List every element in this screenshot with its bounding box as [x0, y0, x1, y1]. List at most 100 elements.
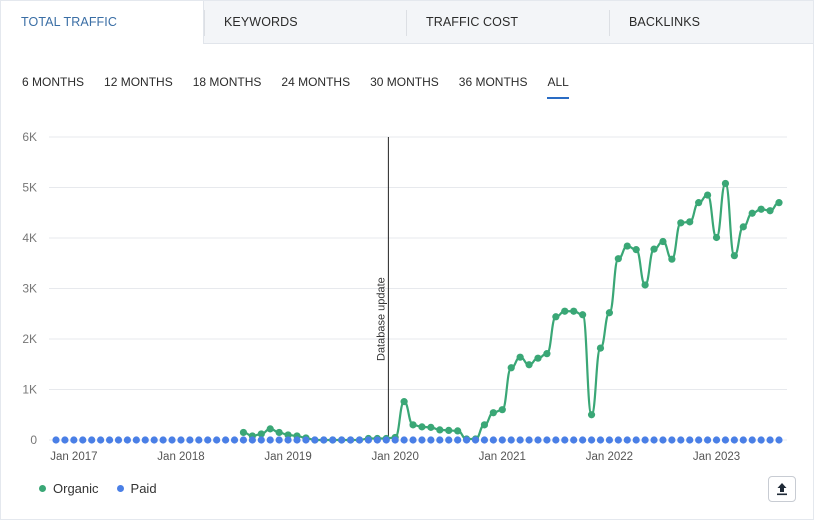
paid-point — [52, 436, 60, 444]
organic-point — [623, 242, 631, 250]
range-12-months[interactable]: 12 MONTHS — [104, 65, 173, 101]
paid-point — [61, 436, 69, 444]
tab-backlinks-label: BACKLINKS — [629, 15, 701, 29]
organic-point — [436, 426, 444, 434]
paid-point — [507, 436, 515, 444]
paid-point — [427, 436, 435, 444]
organic-point — [543, 350, 551, 358]
paid-point — [123, 436, 132, 444]
legend-organic[interactable]: Organic — [39, 481, 99, 496]
tab-separator — [406, 10, 407, 36]
paid-point — [748, 436, 756, 444]
paid-point — [454, 436, 462, 444]
paid-point — [641, 436, 649, 444]
organic-point — [275, 428, 283, 437]
paid-point — [302, 436, 310, 444]
legend-paid-label: Paid — [130, 481, 157, 496]
tab-total-traffic[interactable]: TOTAL TRAFFIC — [1, 1, 204, 44]
chart-legend: Organic Paid — [39, 481, 175, 496]
organic-point — [730, 252, 738, 260]
paid-point — [311, 436, 319, 444]
organic-point — [507, 364, 515, 372]
paid-point — [534, 436, 542, 444]
x-tick-label: Jan 2018 — [157, 451, 204, 463]
organic-point — [686, 218, 694, 226]
paid-point — [552, 436, 560, 444]
paid-point — [480, 436, 489, 444]
paid-point — [329, 436, 337, 444]
organic-series-line — [243, 182, 780, 442]
paid-point — [320, 436, 328, 444]
y-tick-label: 3K — [22, 282, 37, 296]
y-tick-label: 1K — [22, 383, 37, 397]
paid-point — [177, 436, 185, 444]
x-tick-label: Jan 2019 — [264, 451, 311, 463]
x-tick-label: Jan 2021 — [479, 451, 526, 463]
range-18-months[interactable]: 18 MONTHS — [193, 65, 262, 101]
organic-point — [703, 191, 712, 199]
y-tick-label: 2K — [22, 332, 37, 346]
paid-point — [266, 436, 274, 444]
range-30-months[interactable]: 30 MONTHS — [370, 65, 439, 101]
paid-point — [596, 436, 605, 444]
paid-point — [346, 436, 355, 444]
tab-keywords[interactable]: KEYWORDS — [204, 1, 406, 43]
tab-backlinks[interactable]: BACKLINKS — [609, 1, 813, 43]
legend-paid[interactable]: Paid — [116, 481, 157, 496]
paid-point — [471, 436, 480, 444]
paid-point — [730, 436, 738, 444]
organic-point — [650, 245, 658, 253]
upload-icon — [777, 483, 787, 496]
paid-point — [150, 436, 158, 444]
organic-point — [445, 426, 453, 435]
paid-point — [695, 436, 703, 444]
paid-point — [409, 436, 417, 444]
paid-point — [712, 436, 721, 444]
paid-point — [579, 436, 587, 444]
paid-point — [668, 436, 676, 444]
organic-point — [721, 179, 730, 188]
paid-point — [445, 436, 453, 444]
paid-point — [677, 436, 685, 444]
tab-separator — [204, 10, 205, 36]
paid-point — [757, 436, 765, 444]
paid-point — [355, 436, 364, 444]
organic-point — [766, 207, 774, 215]
x-tick-label: Jan 2017 — [50, 451, 97, 463]
organic-point — [775, 199, 783, 207]
traffic-chart: 0 1K 2K 3K 4K 5K 6K Jan 2017 Jan 2018 Jan 2019 Jan… — [22, 130, 787, 463]
tab-traffic-cost[interactable]: TRAFFIC COST — [406, 1, 609, 43]
y-tick-label: 5K — [22, 181, 37, 195]
range-24-months[interactable]: 24 MONTHS — [281, 65, 350, 101]
organic-point — [480, 421, 489, 429]
organic-point — [668, 255, 676, 263]
paid-point — [79, 436, 87, 444]
organic-point — [409, 421, 417, 429]
paid-point — [436, 436, 444, 444]
paid-point — [275, 436, 283, 444]
paid-point — [587, 436, 596, 444]
y-tick-label: 0 — [30, 433, 37, 447]
paid-point — [159, 436, 167, 444]
organic-point — [632, 246, 640, 254]
paid-point — [373, 436, 381, 444]
paid-dot-icon — [116, 485, 124, 492]
organic-dot-icon — [39, 485, 46, 492]
paid-point — [570, 436, 578, 444]
paid-point — [561, 436, 569, 444]
time-range-selector: 6 MONTHS 12 MONTHS 18 MONTHS 24 MONTHS 3… — [1, 65, 589, 101]
organic-point — [757, 205, 765, 213]
paid-point — [382, 436, 390, 444]
paid-point — [650, 436, 658, 444]
paid-point — [739, 436, 747, 444]
organic-point — [712, 233, 721, 242]
export-button[interactable] — [768, 476, 796, 502]
range-6-months[interactable]: 6 MONTHS — [22, 65, 84, 101]
range-all[interactable]: ALL — [547, 65, 570, 101]
organic-point — [605, 309, 614, 317]
organic-point — [748, 209, 756, 217]
paid-point — [195, 436, 203, 444]
range-36-months[interactable]: 36 MONTHS — [459, 65, 528, 101]
x-tick-label: Jan 2023 — [693, 451, 740, 463]
paid-point — [239, 436, 248, 444]
